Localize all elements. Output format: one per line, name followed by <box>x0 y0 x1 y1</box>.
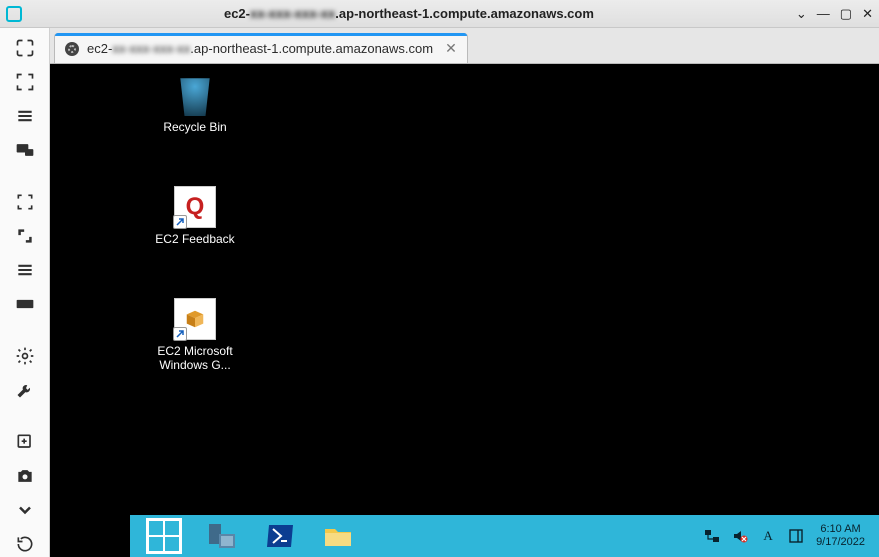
taskbar-clock[interactable]: 6:10 AM 9/17/2022 <box>816 523 865 549</box>
server-manager-icon <box>207 522 237 550</box>
disconnect-icon[interactable] <box>13 534 37 554</box>
taskbar-server-manager[interactable] <box>194 518 250 554</box>
desktop-icon-recycle-bin[interactable]: Recycle Bin <box>150 74 240 134</box>
taskbar-powershell[interactable] <box>252 518 308 554</box>
recycle-bin-icon <box>174 74 216 116</box>
keyboard-icon[interactable] <box>13 294 37 314</box>
multi-monitor-icon[interactable] <box>13 140 37 160</box>
titlebar: ec2-xx-xxx-xxx-xx.ap-northeast-1.compute… <box>0 0 879 28</box>
chevron-down-icon[interactable] <box>13 500 37 520</box>
close-button[interactable]: ✕ <box>862 7 873 20</box>
start-button[interactable] <box>136 518 192 554</box>
ec2-feedback-icon: Q <box>174 186 216 228</box>
window-menu-button[interactable]: ⌄ <box>796 7 807 20</box>
connection-tab-label: ec2-xx-xxx-xxx-xx.ap-northeast-1.compute… <box>87 41 433 56</box>
fullscreen-icon[interactable] <box>13 72 37 92</box>
window-title: ec2-xx-xxx-xxx-xx.ap-northeast-1.compute… <box>28 6 790 21</box>
desktop-icon-ec2-feedback[interactable]: Q EC2 Feedback <box>150 186 240 246</box>
minimize-button[interactable]: — <box>817 7 830 20</box>
network-icon[interactable] <box>704 528 720 544</box>
dynamic-resolution-icon[interactable] <box>13 192 37 212</box>
preferences-icon[interactable] <box>13 346 37 366</box>
scale-window-icon[interactable] <box>13 38 37 58</box>
menu-icon[interactable] <box>13 106 37 126</box>
windows-taskbar: A 6:10 AM 9/17/2022 <box>130 515 879 557</box>
remmina-app-icon <box>6 6 22 22</box>
folder-icon <box>323 523 353 549</box>
toggle-scaling-icon[interactable] <box>13 226 37 246</box>
ec2-guide-icon <box>174 298 216 340</box>
desktop-icon-label: Recycle Bin <box>163 120 226 134</box>
tools-icon[interactable] <box>13 380 37 400</box>
shortcut-arrow-icon <box>173 215 187 229</box>
volume-muted-icon[interactable] <box>732 528 748 544</box>
windows-logo-icon <box>146 518 182 554</box>
connection-tab[interactable]: ec2-xx-xxx-xxx-xx.ap-northeast-1.compute… <box>54 33 468 63</box>
clock-time: 6:10 AM <box>816 523 865 536</box>
tab-close-icon[interactable]: ✕ <box>445 40 457 57</box>
remmina-toolbar <box>0 28 50 557</box>
desktop-icon-label: EC2 Feedback <box>155 232 234 246</box>
shortcut-arrow-icon <box>173 327 187 341</box>
desktop-icon-label: EC2 Microsoft Windows G... <box>150 344 240 373</box>
taskbar-file-explorer[interactable] <box>310 518 366 554</box>
screenshot-icon[interactable] <box>13 466 37 486</box>
clock-date: 9/17/2022 <box>816 536 865 549</box>
connection-tabbar: ec2-xx-xxx-xxx-xx.ap-northeast-1.compute… <box>50 28 879 64</box>
duplicate-icon[interactable] <box>13 432 37 452</box>
rdp-protocol-icon <box>65 42 79 56</box>
action-center-icon[interactable] <box>788 528 804 544</box>
window-buttons: ⌄ — ▢ ✕ <box>796 7 873 20</box>
remote-desktop[interactable]: Recycle Bin Q EC2 Feedback <box>50 64 879 557</box>
system-tray: A 6:10 AM 9/17/2022 <box>704 523 873 549</box>
desktop-icon-ec2-windows-guide[interactable]: EC2 Microsoft Windows G... <box>150 298 240 373</box>
powershell-icon <box>265 523 295 549</box>
ime-indicator[interactable]: A <box>760 528 776 544</box>
maximize-button[interactable]: ▢ <box>840 7 852 20</box>
menu2-icon[interactable] <box>13 260 37 280</box>
connection-area: ec2-xx-xxx-xxx-xx.ap-northeast-1.compute… <box>50 28 879 557</box>
